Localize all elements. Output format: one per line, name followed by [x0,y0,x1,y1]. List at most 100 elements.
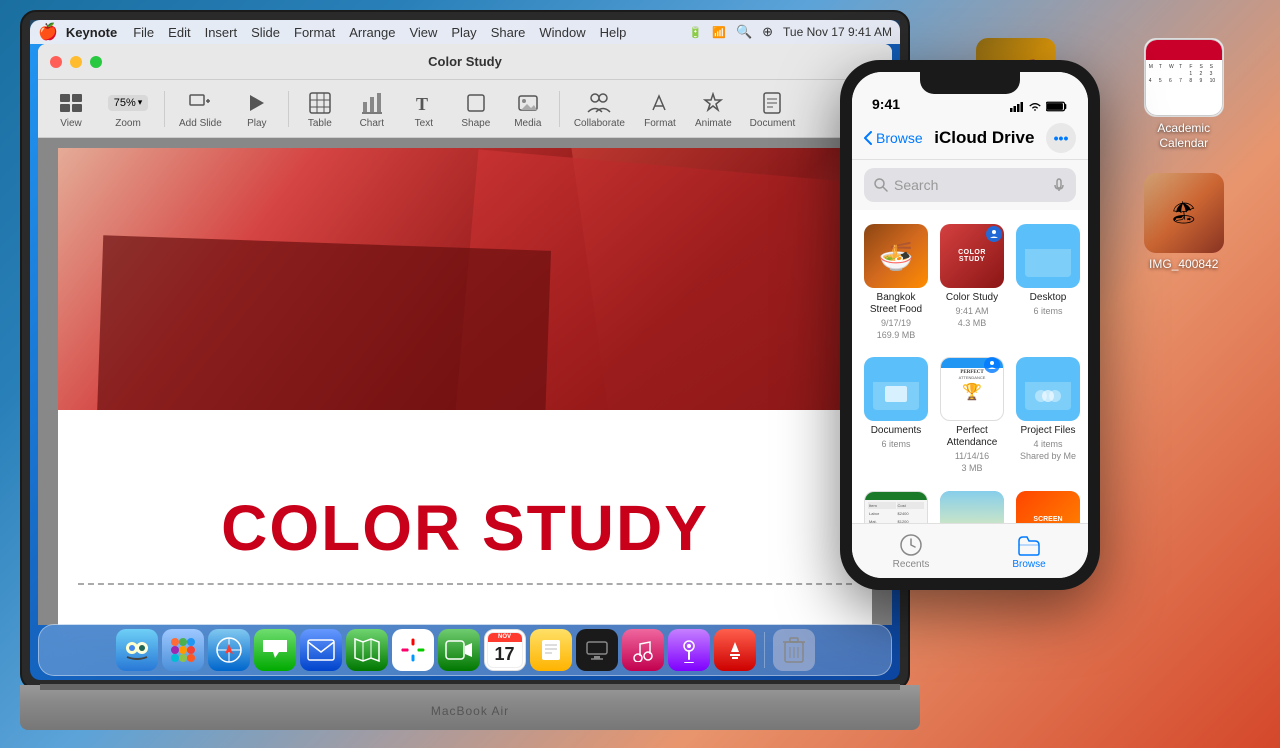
window-minimize-button[interactable] [70,56,82,68]
menubar-share[interactable]: Share [491,25,526,40]
back-chevron-icon [864,131,872,145]
apple-menu-icon[interactable]: 🍎 [38,22,58,42]
dock-notes[interactable] [530,629,572,671]
menubar-edit[interactable]: Edit [168,25,190,40]
toolbar-animate[interactable]: Animate [687,85,740,133]
window-title: Color Study [428,54,502,69]
file-item-scenic[interactable]: PACIFIC TRAILS Scenic Pacific Trails 5/1… [936,485,1008,523]
file-item-bangkok[interactable]: 🍜 Bangkok Street Food 9/17/19 169.9 MB [860,218,932,347]
file-name-project: Project Files [1020,425,1075,437]
menubar-slide[interactable]: Slide [251,25,280,40]
dock-finder[interactable] [116,629,158,671]
macbook-base: MacBook Air [20,685,920,730]
dock-maps[interactable] [346,629,388,671]
dock-podcasts[interactable] [668,629,710,671]
microphone-icon [1052,178,1066,192]
file-name-documents: Documents [871,425,922,437]
toolbar-shape[interactable]: Shape [451,85,501,133]
icloud-more-button[interactable]: ••• [1046,123,1076,153]
toolbar-zoom[interactable]: 75% ▾ Zoom [98,85,158,133]
file-name-perfect: Perfect Attendance [940,425,1004,449]
file-meta-bangkok: 9/17/19 169.9 MB [877,318,916,341]
window-close-button[interactable] [50,56,62,68]
iphone-tab-recents[interactable]: Recents [852,524,970,578]
menubar-window[interactable]: Window [539,25,585,40]
back-label: Browse [876,130,923,146]
toolbar-collaborate[interactable]: Collaborate [566,85,633,133]
file-thumb-bangkok: 🍜 [864,224,928,288]
dock-divider [764,632,765,668]
dock-music[interactable] [622,629,664,671]
file-thumb-color-study: COLORSTUDY [940,224,1004,288]
slide-title-area[interactable]: COLOR STUDY [58,491,872,565]
search-icon[interactable]: 🔍 [736,24,752,40]
menubar-insert[interactable]: Insert [205,25,238,40]
control-center-icon[interactable]: ⊕ [762,24,773,40]
icloud-back-button[interactable]: Browse [864,130,923,146]
dock-news[interactable] [714,629,756,671]
file-item-remodel[interactable]: ItemCost Labor$2400 Mat.$1200 Other$380 … [860,485,932,523]
dock-safari[interactable] [208,629,250,671]
window-maximize-button[interactable] [90,56,102,68]
iphone-time: 9:41 [872,96,900,112]
slide-area[interactable]: COLOR STUDY [38,138,892,625]
table-icon [309,89,331,117]
menubar-help[interactable]: Help [600,25,627,40]
signal-icon [1010,101,1024,112]
slide-canvas[interactable]: COLOR STUDY [58,148,872,625]
file-name-desktop: Desktop [1030,292,1067,304]
menubar-view[interactable]: View [409,25,437,40]
toolbar-media[interactable]: Media [503,85,553,133]
file-item-project-files[interactable]: Project Files 4 items Shared by Me [1012,351,1084,480]
file-item-desktop[interactable]: Desktop 6 items [1012,218,1084,347]
menubar-app-name[interactable]: Keynote [66,25,117,40]
mac-dock: NOV 17 [38,624,892,676]
dock-photos[interactable] [392,629,434,671]
file-item-documents[interactable]: Documents 6 items [860,351,932,480]
toolbar-collaborate-label: Collaborate [574,118,625,129]
file-thumb-documents [864,357,928,421]
iphone-screen: 9:41 Browse iCloud Drive ••• Search [852,72,1088,578]
dock-facetime[interactable] [438,629,480,671]
toolbar-add-slide[interactable]: Add Slide [171,85,230,133]
toolbar-play-label: Play [247,118,266,129]
toolbar-text[interactable]: T Text [399,85,449,133]
toolbar-view[interactable]: View [46,85,96,133]
dock-messages[interactable] [254,629,296,671]
toolbar-view-label: View [60,118,82,129]
keynote-toolbar: View 75% ▾ Zoom [38,80,892,138]
dock-calendar[interactable]: NOV 17 [484,629,526,671]
menubar-file[interactable]: File [133,25,154,40]
iphone-tab-browse[interactable]: Browse [970,524,1088,578]
toolbar-table-label: Table [308,118,332,129]
folder-project-icon [1016,357,1080,421]
collaborate-icon [587,89,611,117]
menubar-format[interactable]: Format [294,25,335,40]
toolbar-animate-label: Animate [695,118,732,129]
toolbar-play[interactable]: Play [232,85,282,133]
toolbar-table[interactable]: Table [295,85,345,133]
toolbar-add-slide-label: Add Slide [179,118,222,129]
toolbar-text-label: Text [415,118,433,129]
toolbar-format[interactable]: Format [635,85,685,133]
search-input[interactable]: Search [864,168,1076,202]
file-item-perfect-attendance[interactable]: PERFECT ATTENDANCE 🏆 Perfect Attendance … [936,351,1008,480]
iphone-bottom-tabs: Recents Browse [852,523,1088,578]
desktop-icon-academic-calendar[interactable]: MTWTFSS 123 45678910 Academic Calendar [1103,30,1266,160]
desktop-icon-photo[interactable]: 🏖 IMG_400842 [1103,165,1266,295]
dock-launchpad[interactable] [162,629,204,671]
menubar-arrange[interactable]: Arrange [349,25,395,40]
toolbar-document[interactable]: Document [742,85,804,133]
file-item-screen-printing[interactable]: SCREENPRINT Screen Printing 5/8/18 26.1 … [1012,485,1084,523]
dock-trash[interactable] [773,629,815,671]
toolbar-divider-2 [288,91,289,127]
folder-icon [1016,224,1080,288]
file-name-bangkok: Bangkok Street Food [864,292,928,316]
menubar-play[interactable]: Play [451,25,476,40]
file-item-color-study[interactable]: COLORSTUDY Color Study 9:41 AM 4.3 MB [936,218,1008,347]
toolbar-document-label: Document [750,118,796,129]
search-icon [874,178,888,192]
dock-appletv[interactable] [576,629,618,671]
dock-mail[interactable] [300,629,342,671]
toolbar-chart[interactable]: Chart [347,85,397,133]
